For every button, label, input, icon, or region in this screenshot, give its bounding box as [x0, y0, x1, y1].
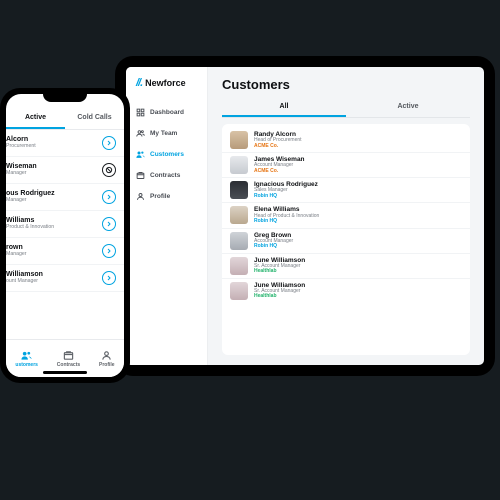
row-text: Randy AlcornHead of ProcurementACME Co.	[254, 131, 302, 149]
list-item[interactable]: ous RodriguezManager	[6, 184, 124, 211]
tab-bar: All Active	[222, 98, 470, 118]
contracts-icon	[63, 350, 74, 361]
sidebar-item-label: My Team	[150, 130, 177, 137]
avatar	[230, 131, 248, 149]
list-item[interactable]: rownManager	[6, 238, 124, 265]
chevron-right-icon[interactable]	[102, 271, 116, 285]
row-text: June WilliamsonSr. Account ManagerHealth…	[254, 282, 305, 300]
list-item[interactable]: AlcornProcurement	[6, 130, 124, 157]
row-text: Williamsonount Manager	[6, 271, 96, 284]
chevron-right-icon[interactable]	[102, 190, 116, 204]
sidebar-item-dashboard[interactable]: Dashboard	[132, 103, 201, 122]
sidebar-item-label: Profile	[150, 193, 170, 200]
tab-active[interactable]: Active	[346, 98, 470, 117]
row-text: WilliamsProduct & Innovation	[6, 217, 96, 230]
table-row[interactable]: June WilliamsonSr. Account ManagerHealth…	[222, 254, 470, 279]
table-row[interactable]: Ignacious RodriguezSales ManagerRobin HQ	[222, 178, 470, 203]
customer-role: Manager	[6, 171, 96, 177]
phone-customer-list: AlcornProcurement WisemanManager ous Rodri…	[6, 130, 124, 339]
list-item[interactable]: Williamsonount Manager	[6, 265, 124, 292]
phone-nav-contracts[interactable]: Contracts	[57, 350, 80, 368]
table-row[interactable]: Elena WilliamsHead of Product & Innovati…	[222, 203, 470, 228]
row-text: June WilliamsonSr. Account ManagerHealth…	[254, 257, 305, 275]
brand: //. Newforce	[132, 77, 201, 89]
row-text: Elena WilliamsHead of Product & Innovati…	[254, 206, 319, 224]
customer-company: Robin HQ	[254, 219, 319, 225]
avatar	[230, 282, 248, 300]
customer-list: Randy AlcornHead of ProcurementACME Co. J…	[222, 124, 470, 355]
phone-nav-label: Profile	[99, 362, 115, 368]
team-icon	[136, 129, 145, 138]
page-title: Customers	[222, 77, 470, 92]
table-row[interactable]: James WisemanAccount ManagerACME Co.	[222, 153, 470, 178]
avatar	[230, 206, 248, 224]
sidebar-item-label: Contracts	[150, 172, 180, 179]
customer-role: Manager	[6, 252, 96, 258]
row-text: Ignacious RodriguezSales ManagerRobin HQ	[254, 181, 318, 199]
profile-icon	[101, 350, 112, 361]
main-panel: Customers All Active Randy AlcornHead of…	[208, 67, 484, 365]
phone-tab-active[interactable]: Active	[6, 108, 65, 129]
phone-tab-cold[interactable]: Cold Calls	[65, 108, 124, 129]
avatar	[230, 181, 248, 199]
tablet-frame: //. Newforce Dashboard My Team Custo	[115, 56, 495, 376]
profile-icon	[136, 192, 145, 201]
sidebar-item-contracts[interactable]: Contracts	[132, 166, 201, 185]
customers-icon	[136, 150, 145, 159]
contracts-icon	[136, 171, 145, 180]
sidebar-item-label: Customers	[150, 151, 184, 158]
customer-role: Procurement	[6, 144, 96, 150]
list-item[interactable]: WisemanManager	[6, 157, 124, 184]
customer-role: ount Manager	[6, 279, 96, 285]
brand-name: Newforce	[145, 78, 186, 88]
block-icon[interactable]	[102, 163, 116, 177]
table-row[interactable]: Greg BrownAccount ManagerRobin HQ	[222, 229, 470, 254]
customer-role: Product & Innovation	[6, 225, 96, 231]
tablet-screen: //. Newforce Dashboard My Team Custo	[126, 67, 484, 365]
phone-nav-label: ustomers	[15, 362, 38, 368]
avatar	[230, 156, 248, 174]
row-text: ous RodriguezManager	[6, 190, 96, 203]
customer-company: Robin HQ	[254, 244, 293, 250]
table-row[interactable]: Randy AlcornHead of ProcurementACME Co.	[222, 128, 470, 153]
row-text: WisemanManager	[6, 163, 96, 176]
row-text: AlcornProcurement	[6, 136, 96, 149]
chevron-right-icon[interactable]	[102, 136, 116, 150]
sidebar-item-label: Dashboard	[150, 109, 184, 116]
sidebar-item-my-team[interactable]: My Team	[132, 124, 201, 143]
customer-company: Robin HQ	[254, 194, 318, 200]
row-text: James WisemanAccount ManagerACME Co.	[254, 156, 305, 174]
row-text: Greg BrownAccount ManagerRobin HQ	[254, 232, 293, 250]
chevron-right-icon[interactable]	[102, 217, 116, 231]
customer-company: ACME Co.	[254, 169, 305, 175]
phone-nav-profile[interactable]: Profile	[99, 350, 115, 368]
sidebar-item-customers[interactable]: Customers	[132, 145, 201, 164]
table-row[interactable]: June WilliamsonSr. Account ManagerHealth…	[222, 279, 470, 303]
customer-company: Healthlab	[254, 269, 305, 275]
home-indicator	[43, 371, 87, 374]
dashboard-icon	[136, 108, 145, 117]
phone-screen: Active Cold Calls AlcornProcurement Wisem…	[6, 94, 124, 377]
sidebar-item-profile[interactable]: Profile	[132, 187, 201, 206]
phone-frame: Active Cold Calls AlcornProcurement Wisem…	[0, 88, 130, 383]
phone-nav-customers[interactable]: ustomers	[15, 350, 38, 368]
list-item[interactable]: WilliamsProduct & Innovation	[6, 211, 124, 238]
phone-nav-label: Contracts	[57, 362, 80, 368]
customer-company: ACME Co.	[254, 144, 302, 150]
chevron-right-icon[interactable]	[102, 244, 116, 258]
avatar	[230, 232, 248, 250]
phone-tab-bar: Active Cold Calls	[6, 94, 124, 130]
row-text: rownManager	[6, 244, 96, 257]
customer-role: Manager	[6, 198, 96, 204]
avatar	[230, 257, 248, 275]
brand-logo-icon: //.	[136, 77, 142, 89]
customers-icon	[21, 350, 32, 361]
tab-all[interactable]: All	[222, 98, 346, 117]
sidebar: //. Newforce Dashboard My Team Custo	[126, 67, 208, 365]
customer-company: Healthlab	[254, 294, 305, 300]
